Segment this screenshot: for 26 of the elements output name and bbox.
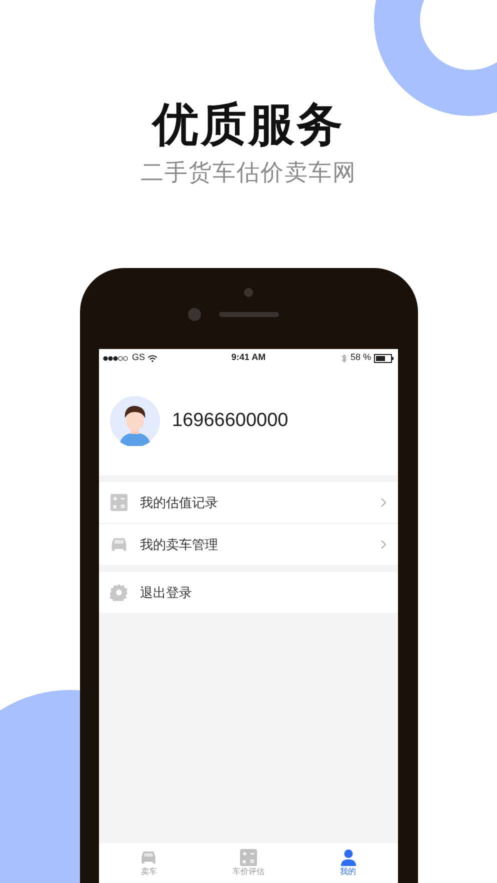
chevron-right-icon (381, 540, 386, 549)
car-icon (140, 849, 158, 866)
calculator-icon (110, 494, 128, 511)
phone-camera (188, 308, 200, 321)
calculator-icon (240, 849, 257, 866)
battery-percent: 58 % (350, 351, 371, 364)
phone-sensor (244, 288, 252, 297)
bluetooth-icon (342, 354, 348, 362)
person-icon (340, 849, 357, 866)
menu-item[interactable]: 我的估值记录 (99, 482, 398, 523)
status-time: 9:41 AM (230, 351, 267, 364)
carrier-text: GS (132, 351, 146, 364)
menu-item[interactable]: 退出登录 (99, 572, 398, 613)
chevron-right-icon (381, 498, 386, 507)
phone-speaker (218, 312, 278, 317)
signal-icon (103, 356, 129, 360)
wifi-icon (148, 354, 158, 362)
battery-icon (374, 354, 394, 362)
headline: 优质服务 (152, 96, 344, 152)
avatar (110, 396, 160, 446)
gear-icon (110, 584, 128, 601)
tab[interactable]: 我的 (298, 843, 398, 883)
phone-number: 16966600000 (172, 408, 288, 433)
car-icon (110, 536, 128, 553)
menu-item[interactable]: 我的卖车管理 (99, 524, 398, 565)
subtitle: 二手货车估价卖车网 (140, 159, 356, 188)
